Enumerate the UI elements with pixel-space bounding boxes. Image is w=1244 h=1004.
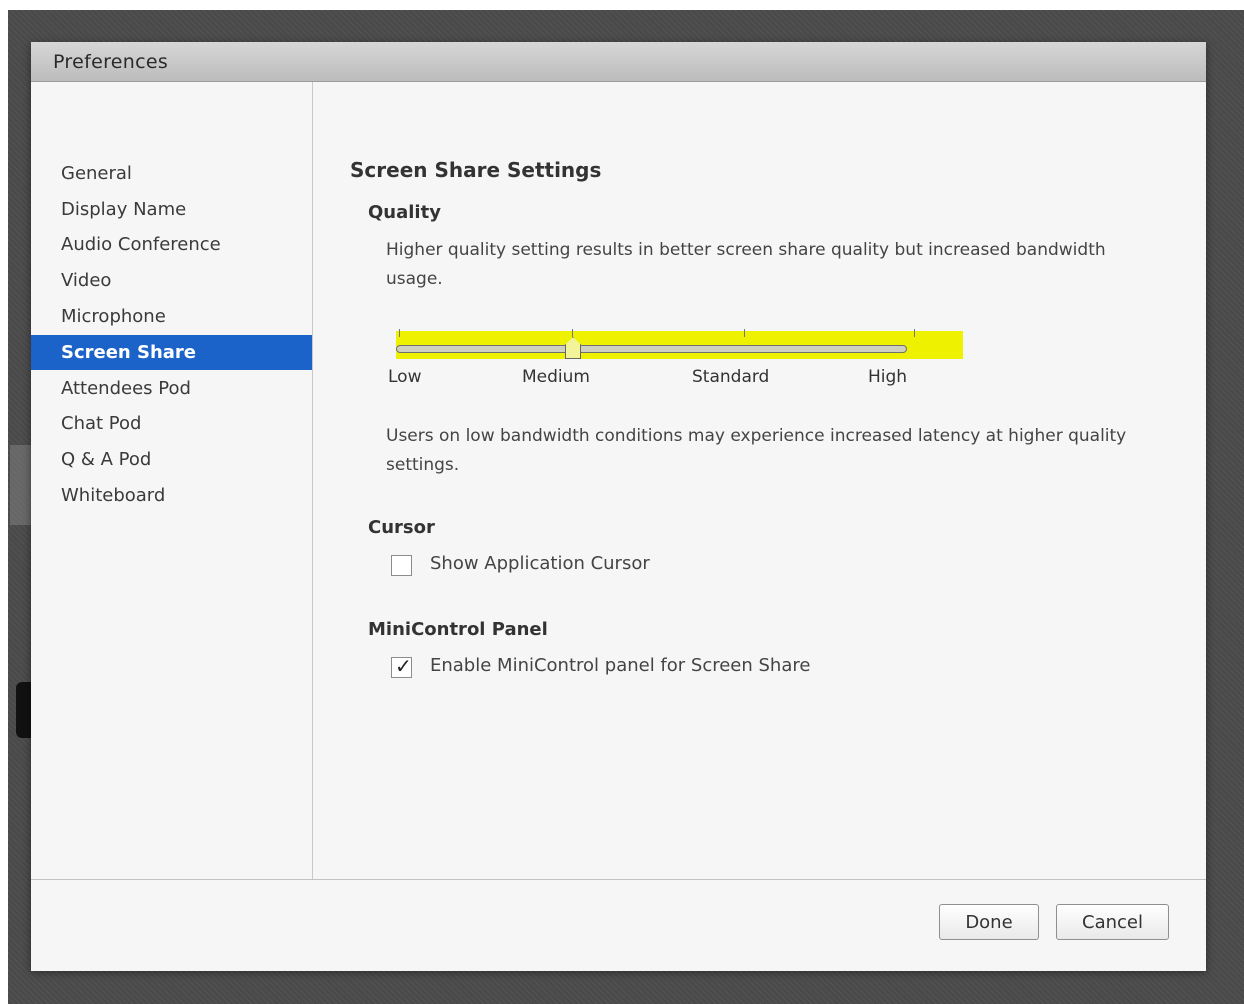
background-handle [16,682,32,738]
done-button[interactable]: Done [939,904,1039,940]
slider-tick-low [399,329,400,337]
show-cursor-checkbox[interactable] [391,555,412,576]
sidebar-item-chat-pod[interactable]: Chat Pod [31,406,312,441]
show-cursor-label[interactable]: Show Application Cursor [430,553,650,574]
minicontrol-checkbox[interactable]: ✓ [391,654,412,678]
background-decoration [10,445,32,525]
sidebar-item-screen-share[interactable]: Screen Share [31,335,312,370]
quality-heading: Quality [368,202,441,223]
sidebar-item-display-name[interactable]: Display Name [31,192,312,227]
dialog-titlebar[interactable]: Preferences [31,42,1206,82]
minicontrol-heading: MiniControl Panel [368,619,548,640]
slider-tick-medium [572,329,573,337]
sidebar-item-audio-conference[interactable]: Audio Conference [31,227,312,262]
sidebar-item-microphone[interactable]: Microphone [31,299,312,334]
cursor-heading: Cursor [368,517,435,538]
slider-tick-high [914,329,915,337]
sidebar-item-video[interactable]: Video [31,263,312,298]
preferences-dialog: Preferences General Display Name Audio C… [31,42,1206,971]
dialog-footer: Done Cancel [31,879,1206,971]
slider-label-high: High [868,367,908,387]
bandwidth-note: Users on low bandwidth conditions may ex… [386,426,1127,475]
preferences-sidebar: General Display Name Audio Conference Vi… [31,82,313,879]
sidebar-item-attendees-pod[interactable]: Attendees Pod [31,371,312,406]
quality-slider-labels: Low Medium Standard High [388,367,948,393]
slider-label-standard: Standard [692,367,770,387]
slider-tick-standard [744,329,745,337]
quality-slider[interactable] [391,329,967,359]
dialog-title: Preferences [53,51,169,73]
page-title: Screen Share Settings [350,158,602,182]
cancel-button[interactable]: Cancel [1056,904,1169,940]
quality-description: Higher quality setting results in better… [386,240,1106,289]
sidebar-item-general[interactable]: General [31,156,312,191]
sidebar-item-whiteboard[interactable]: Whiteboard [31,478,312,513]
slider-label-medium: Medium [522,367,590,387]
slider-track[interactable] [396,345,907,353]
sidebar-item-qa-pod[interactable]: Q & A Pod [31,442,312,477]
settings-panel: Screen Share Settings Quality Higher qua… [313,82,1206,879]
checkmark-icon: ✓ [395,654,412,678]
slider-label-low: Low [388,367,422,387]
minicontrol-label[interactable]: Enable MiniControl panel for Screen Shar… [430,655,810,676]
